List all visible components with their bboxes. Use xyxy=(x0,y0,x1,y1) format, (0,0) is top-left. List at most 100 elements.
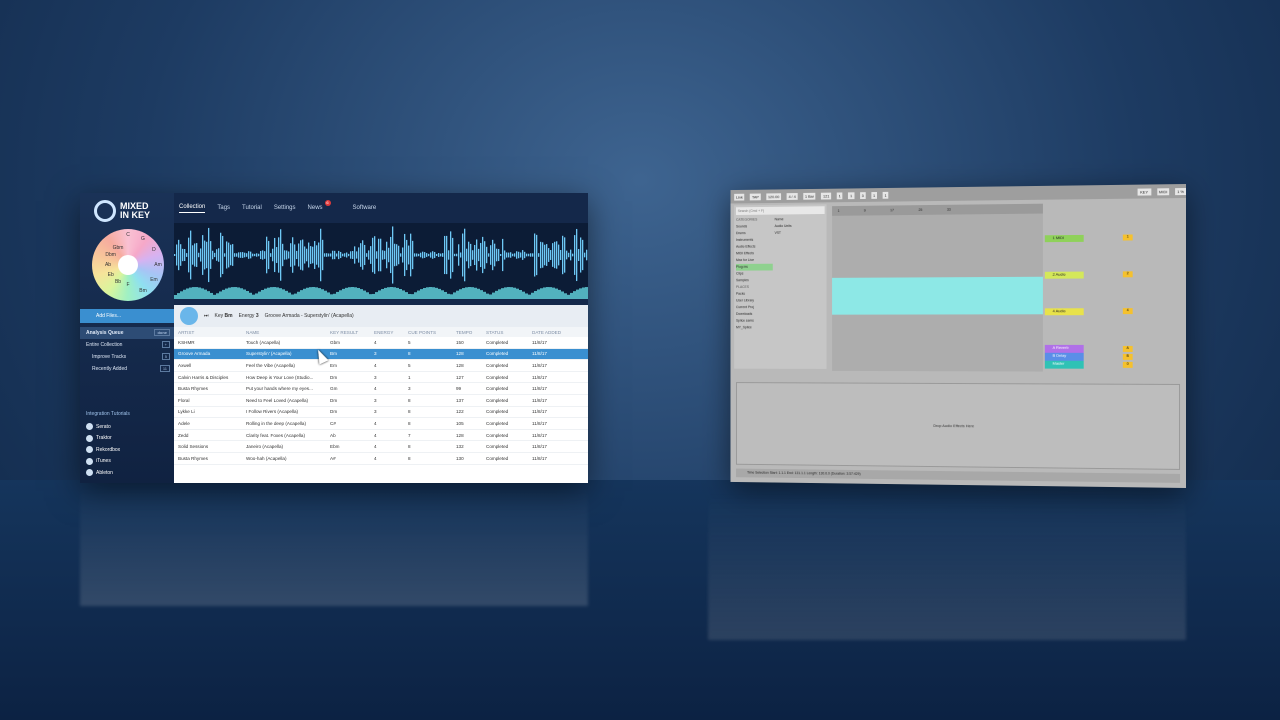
table-row[interactable]: Zedd Clarity feat. Foxes (Acapella) Ab 4 7 12… xyxy=(174,430,588,442)
toolbar-item[interactable]: TAP xyxy=(750,193,761,200)
column-header[interactable]: NAME xyxy=(246,330,330,335)
table-header: ARTIST NAME KEY RESULT ENERGY CUE POINTS TEMP… xyxy=(174,327,588,337)
table-row[interactable]: Groove Armada Superstylin' (Acapella) Bm 3 8… xyxy=(174,349,588,361)
track-header[interactable]: 2 Audio 2 xyxy=(1045,271,1182,308)
table-row[interactable]: Lykke Li I Follow Rivers (Acapella) Dm 3 8 12… xyxy=(174,407,588,419)
track-name: 4 Audio xyxy=(1045,308,1084,315)
browser-categories: CATEGORIES Sounds Drums Instruments Audio Ef… xyxy=(736,216,773,331)
toolbar-item[interactable]: 3 xyxy=(860,192,866,199)
table-row[interactable]: Calvin Harris & Disciples How Deep is You… xyxy=(174,372,588,384)
ruler-tick: 1 xyxy=(838,209,840,213)
table-cell: 4 xyxy=(374,363,408,368)
table-row[interactable]: Adele Rolling in the deep (Acapella) C# 4 8 1… xyxy=(174,418,588,430)
integration-serato[interactable]: Serato xyxy=(86,421,174,433)
column-header[interactable]: TEMPO xyxy=(456,330,486,335)
toolbar-item[interactable]: 1 xyxy=(883,191,889,198)
table-cell: Completed xyxy=(486,375,532,380)
nav-tutorial[interactable]: Tutorial xyxy=(242,205,262,211)
table-cell: 127 xyxy=(456,375,486,380)
table-row[interactable]: KSHMR Touch (Acapella) Gbm 4 5 150 Completed 11… xyxy=(174,337,588,349)
player-key: Bm xyxy=(225,313,233,319)
return-number: B xyxy=(1123,354,1133,360)
track-header[interactable]: 4 Audio 4 xyxy=(1045,308,1182,345)
nav-software[interactable]: Software xyxy=(353,205,377,211)
table-cell: Completed xyxy=(486,363,532,368)
timeline-ruler[interactable]: 1 9 17 25 33 xyxy=(832,204,1043,216)
table-row[interactable]: Solid Sessions Janeiro (Acapella) Ebm 4 8 132… xyxy=(174,441,588,453)
toolbar-item[interactable]: 1 xyxy=(871,192,877,199)
ruler-tick: 25 xyxy=(918,208,922,212)
browser-names: Name Audio Units VST xyxy=(775,216,825,237)
table-cell: 11/8/17 xyxy=(532,409,576,414)
waveform[interactable] xyxy=(174,223,588,299)
toolbar-item[interactable]: 4 / 4 xyxy=(787,193,798,200)
app-logo: MIXED IN KEY xyxy=(94,199,150,223)
sidebar-item[interactable]: Improve Tracks 5 xyxy=(80,351,174,363)
toolbar-item[interactable]: 1 xyxy=(848,192,854,199)
nav-news[interactable]: News xyxy=(308,205,323,211)
nav-settings[interactable]: Settings xyxy=(274,205,296,211)
toolbar-item[interactable]: MIDI xyxy=(1157,188,1169,195)
table-cell: 3 xyxy=(374,398,408,403)
camelot-wheel[interactable]: C G D Am Em Bm F Bb Eb Ab Dbm Gbm xyxy=(92,229,164,301)
column-header[interactable]: DATE ADDED xyxy=(532,330,576,335)
toolbar-item[interactable]: 121 xyxy=(821,192,831,199)
integration-itunes[interactable]: iTunes xyxy=(86,456,174,468)
integration-icon xyxy=(86,446,93,453)
table-row[interactable]: Busta Rhymes Woo-hah (Acapella) A# 4 8 130 Com… xyxy=(174,453,588,465)
table-cell: Dm xyxy=(330,409,374,414)
audio-clip[interactable] xyxy=(832,277,1043,315)
toolbar-item[interactable]: 1 % xyxy=(1175,188,1186,195)
table-cell: 5 xyxy=(408,363,456,368)
table-cell: 11/8/17 xyxy=(532,386,576,391)
nav-collection[interactable]: Collection xyxy=(179,204,205,213)
integration-traktor[interactable]: Traktor xyxy=(86,433,174,445)
column-header[interactable]: STATUS xyxy=(486,330,532,335)
sidebar-item-count: 5 xyxy=(162,353,170,360)
table-cell: Ab xyxy=(330,433,374,438)
arrangement-view[interactable]: 1 9 17 25 33 xyxy=(832,204,1043,372)
table-row[interactable]: Busta Rhymes Put your hands where my eyes… xyxy=(174,383,588,395)
integration-ableton[interactable]: Ableton xyxy=(86,467,174,479)
column-header[interactable]: CUE POINTS xyxy=(408,330,456,335)
play-button[interactable] xyxy=(180,307,198,325)
sidebar-item[interactable]: Entire Collection + xyxy=(80,339,174,351)
table-cell: Dm xyxy=(330,375,374,380)
table-cell: 130 xyxy=(456,456,486,461)
browser-search[interactable]: Search (Cmd + F) xyxy=(736,206,825,215)
sidebar-item-label: Entire Collection xyxy=(86,342,122,348)
table-cell: 1 xyxy=(408,375,456,380)
sidebar-item-count: + xyxy=(162,341,170,348)
return-track[interactable]: Master 0 xyxy=(1045,361,1182,369)
return-track[interactable]: A Reverb A xyxy=(1045,345,1182,353)
toolbar-item[interactable]: 1 Bar xyxy=(803,192,816,199)
table-cell: 8 xyxy=(408,456,456,461)
place-item[interactable]: MY_Splice xyxy=(736,324,773,331)
table-row[interactable]: Axwell Feel the Vibe (Acapella) Em 4 5 128 Com… xyxy=(174,360,588,372)
integration-label: Serato xyxy=(96,424,111,430)
toolbar-item[interactable]: 1 xyxy=(837,192,843,199)
column-header[interactable]: ARTIST xyxy=(174,330,246,335)
toolbar-item[interactable]: KEY xyxy=(1137,188,1151,195)
sidebar-item[interactable]: Analysis Queue done xyxy=(80,327,174,339)
toolbar-item[interactable]: Link xyxy=(734,193,744,200)
integration-rekordbox[interactable]: Rekordbox xyxy=(86,444,174,456)
toolbar-item[interactable]: 120.00 xyxy=(766,193,781,200)
skip-icon[interactable]: ⏭ xyxy=(204,313,209,319)
column-header[interactable]: ENERGY xyxy=(374,330,408,335)
sidebar-item[interactable]: Recently Added 11 xyxy=(80,363,174,375)
integration-icon xyxy=(86,469,93,476)
table-cell: 11/8/17 xyxy=(532,433,576,438)
wheel-key: Gbm xyxy=(113,245,124,251)
table-cell: Adele xyxy=(174,421,246,426)
track-number: 2 xyxy=(1123,271,1133,277)
table-row[interactable]: Floral Need to Feel Loved (Acapella) Dm 3 8 1… xyxy=(174,395,588,407)
sidebar-item-label: Recently Added xyxy=(92,366,127,372)
add-files-button[interactable]: Add Files... xyxy=(80,309,174,323)
track-header[interactable]: 1 MIDI 1 xyxy=(1045,234,1182,272)
name-item[interactable]: VST xyxy=(775,229,825,236)
nav-tags[interactable]: Tags xyxy=(217,205,230,211)
device-view[interactable]: Drop Audio Effects Here xyxy=(736,382,1180,470)
integration-icon xyxy=(86,458,93,465)
column-header[interactable]: KEY RESULT xyxy=(330,330,374,335)
